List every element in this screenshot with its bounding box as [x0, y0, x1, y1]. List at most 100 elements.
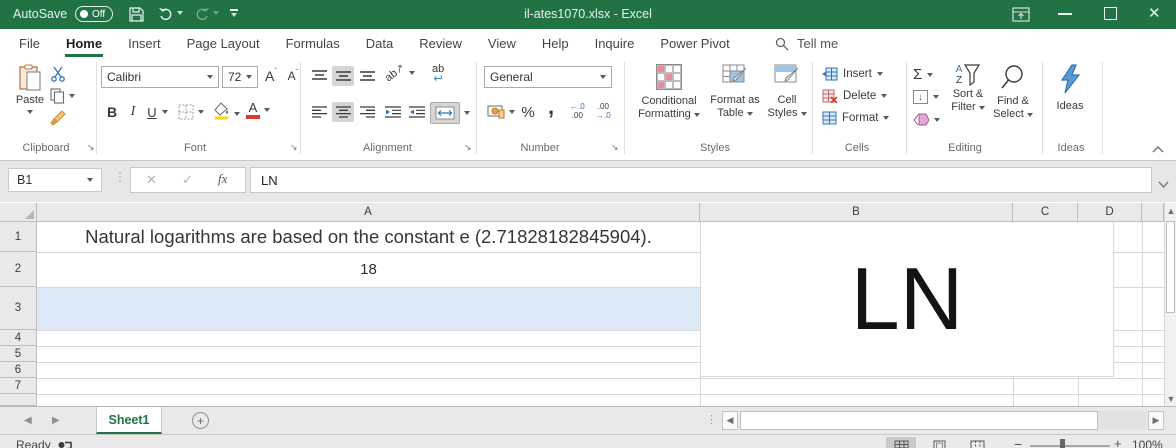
name-box[interactable]: B1 — [8, 168, 102, 192]
col-header-d[interactable]: D — [1078, 203, 1142, 222]
collapse-ribbon-button[interactable] — [1152, 140, 1164, 158]
increase-indent-button[interactable] — [406, 102, 428, 122]
number-format-combo[interactable]: General — [484, 66, 612, 88]
horizontal-scroll-track[interactable] — [740, 411, 1146, 430]
copy-button[interactable] — [50, 88, 75, 104]
find-select-button[interactable]: Find & Select — [990, 64, 1036, 121]
col-header-partial[interactable] — [1142, 203, 1164, 222]
font-dialog-launcher[interactable]: ↘ — [290, 142, 298, 153]
middle-align-button[interactable] — [332, 66, 354, 86]
ideas-button[interactable]: Ideas — [1048, 64, 1092, 113]
font-name-combo[interactable]: Calibri — [101, 66, 219, 88]
tab-formulas[interactable]: Formulas — [273, 29, 353, 58]
hscroll-right-button[interactable]: ▶ — [1148, 411, 1164, 430]
row-header-6[interactable]: 6 — [0, 362, 37, 378]
tab-insert[interactable]: Insert — [115, 29, 174, 58]
col-header-c[interactable]: C — [1013, 203, 1078, 222]
macro-record-button[interactable] — [58, 439, 72, 448]
tab-view[interactable]: View — [475, 29, 529, 58]
format-cells-button[interactable]: Format — [822, 111, 890, 125]
tab-inquire[interactable]: Inquire — [582, 29, 648, 58]
zoom-slider-thumb[interactable] — [1060, 439, 1065, 448]
select-all-corner[interactable] — [0, 203, 37, 222]
fill-button[interactable]: ↓ — [913, 90, 939, 104]
comma-style-button[interactable]: , — [544, 94, 558, 119]
align-right-button[interactable] — [356, 102, 378, 122]
alignment-dialog-launcher[interactable]: ↘ — [464, 142, 472, 153]
conditional-formatting-button[interactable]: Conditional Formatting — [634, 64, 704, 121]
view-page-break-button[interactable] — [962, 437, 992, 448]
row-header-2[interactable]: 2 — [0, 252, 37, 287]
cell-styles-button[interactable]: Cell Styles — [764, 64, 810, 120]
cancel-button[interactable]: ✕ — [146, 172, 157, 188]
top-align-button[interactable] — [308, 66, 330, 86]
cell-a2[interactable]: 18 — [37, 252, 700, 287]
scroll-down-button[interactable]: ▼ — [1166, 391, 1176, 406]
scroll-up-button[interactable]: ▲ — [1166, 203, 1176, 218]
sheet-tab-sheet1[interactable]: Sheet1 — [96, 407, 162, 434]
borders-button[interactable] — [178, 104, 204, 120]
view-normal-button[interactable] — [886, 437, 916, 448]
wrap-text-button[interactable]: ab ↩ — [432, 64, 444, 85]
zoom-out-button[interactable]: − — [1014, 436, 1022, 448]
tab-page-layout[interactable]: Page Layout — [174, 29, 273, 58]
grow-font-button[interactable]: Aˆ — [262, 66, 280, 86]
cell-a3-fill[interactable] — [37, 287, 700, 330]
col-header-a[interactable]: A — [37, 203, 700, 222]
row-header-3[interactable]: 3 — [0, 287, 37, 330]
save-button[interactable] — [128, 6, 145, 28]
insert-function-button[interactable]: fx — [218, 171, 227, 187]
minimize-button[interactable] — [1058, 13, 1072, 15]
vertical-scrollbar[interactable]: ▲ ▼ — [1164, 203, 1176, 406]
formula-input[interactable]: LN — [250, 167, 1152, 193]
sheet-grid[interactable]: LN Natural logarithms are based on the c… — [37, 222, 1164, 406]
col-header-b[interactable]: B — [700, 203, 1013, 222]
format-painter-button[interactable] — [50, 110, 66, 131]
vertical-scroll-thumb[interactable] — [1166, 221, 1175, 313]
expand-formula-bar-button[interactable] — [1158, 175, 1169, 193]
orientation-button[interactable]: ab↗ — [383, 62, 416, 84]
paste-button[interactable]: Paste — [10, 64, 50, 114]
enter-button[interactable]: ✓ — [182, 172, 193, 188]
row-header-5[interactable]: 5 — [0, 346, 37, 362]
row-header-4[interactable]: 4 — [0, 330, 37, 346]
accounting-format-button[interactable] — [487, 104, 515, 120]
view-page-layout-button[interactable] — [924, 437, 954, 448]
merge-center-button[interactable] — [430, 102, 460, 124]
fill-color-button[interactable] — [214, 102, 240, 125]
align-left-button[interactable] — [308, 102, 330, 122]
name-box-resize-handle[interactable]: ⋮ — [114, 170, 126, 184]
sheet-nav-left-icon[interactable]: ◀ — [24, 415, 32, 426]
hscroll-left-button[interactable]: ◀ — [722, 411, 738, 430]
increase-decimal-button[interactable]: ←.0.00 — [570, 102, 585, 120]
decrease-indent-button[interactable] — [382, 102, 404, 122]
autosum-button[interactable]: Σ — [913, 66, 934, 83]
tab-data[interactable]: Data — [353, 29, 406, 58]
bold-button[interactable]: B — [104, 102, 120, 122]
close-button[interactable]: ✕ — [1148, 4, 1161, 22]
row-header-partial[interactable] — [0, 394, 37, 406]
tab-help[interactable]: Help — [529, 29, 582, 58]
tab-review[interactable]: Review — [406, 29, 475, 58]
number-dialog-launcher[interactable]: ↘ — [611, 142, 619, 153]
tab-home[interactable]: Home — [53, 29, 115, 58]
format-as-table-button[interactable]: Format as Table — [706, 64, 764, 120]
tab-power-pivot[interactable]: Power Pivot — [647, 29, 742, 58]
zoom-slider-track[interactable] — [1030, 445, 1110, 447]
insert-cells-button[interactable]: Insert — [822, 67, 883, 81]
underline-button[interactable]: U — [144, 102, 160, 122]
tab-scroll-split-handle[interactable]: ⋮ — [706, 413, 717, 426]
autosave-toggle[interactable]: Off — [75, 6, 114, 22]
italic-button[interactable]: I — [126, 102, 140, 122]
center-button[interactable] — [332, 102, 354, 122]
bottom-align-button[interactable] — [356, 66, 378, 86]
delete-cells-button[interactable]: Delete — [822, 89, 888, 103]
cell-b1-merged[interactable]: LN — [701, 222, 1114, 377]
row-header-7[interactable]: 7 — [0, 378, 37, 394]
font-size-combo[interactable]: 72 — [222, 66, 258, 88]
ribbon-display-options-button[interactable] — [1012, 6, 1030, 28]
horizontal-scroll-thumb[interactable] — [740, 411, 1098, 430]
zoom-in-button[interactable]: + — [1114, 436, 1122, 448]
tab-file[interactable]: File — [6, 29, 53, 58]
cut-button[interactable] — [50, 66, 66, 87]
